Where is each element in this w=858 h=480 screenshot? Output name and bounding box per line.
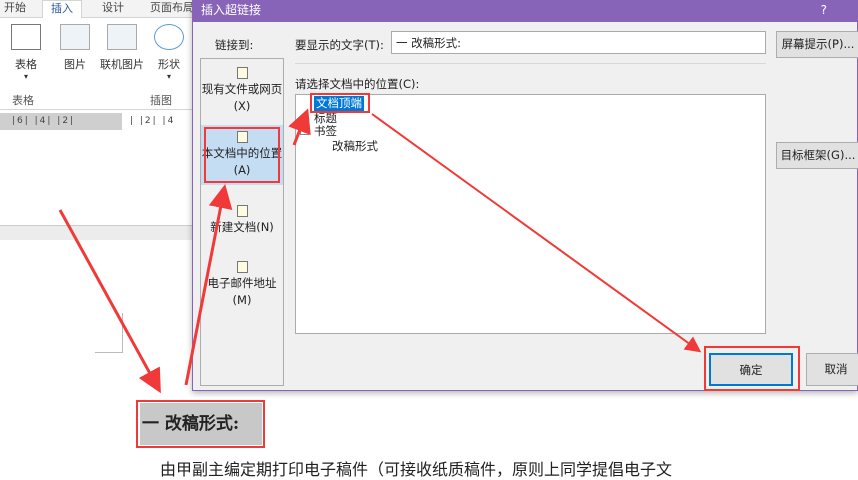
insert-hyperlink-dialog: 插入超链接 ? 链接到: 现有文件或网页(X) 本文档中的位置(A) 新建文档(… [192, 0, 858, 391]
help-button[interactable]: ? [821, 1, 827, 20]
highlight-box [704, 346, 800, 391]
margin-mark [95, 313, 123, 353]
highlight-box [136, 400, 265, 448]
collapse-icon[interactable]: − [300, 126, 309, 135]
file-icon [236, 67, 248, 79]
tab-design[interactable]: 设计 [102, 0, 124, 18]
screen-tip-button[interactable]: 屏幕提示(P)... [776, 31, 858, 58]
shapes-icon [154, 24, 184, 50]
new-document-icon [236, 205, 248, 217]
shapes-button[interactable]: 形状 ▾ [152, 24, 186, 81]
document-body[interactable]: 由甲副主编定期打印电子稿件（可接收纸质稿件，原则上同学提倡电子文 [160, 456, 672, 480]
tree-node-bookmark[interactable]: 改稿形式 [332, 139, 378, 154]
table-icon [11, 24, 41, 50]
link-email[interactable]: 电子邮件地址(M) [201, 261, 283, 309]
link-new-document[interactable]: 新建文档(N) [201, 205, 283, 236]
tab-insert[interactable]: 插入 [42, 0, 82, 18]
link-existing-file[interactable]: 现有文件或网页(X) [201, 67, 283, 115]
ribbon: 表格 ▾ 图片 联机图片 形状 ▾ 表格 插图 [0, 18, 200, 110]
page-break [0, 225, 192, 240]
online-picture-icon [107, 24, 137, 50]
group-table-label: 表格 [12, 94, 34, 107]
picture-button[interactable]: 图片 [58, 24, 92, 72]
online-picture-button[interactable]: 联机图片 [96, 24, 148, 72]
link-to-panel: 现有文件或网页(X) 本文档中的位置(A) 新建文档(N) 电子邮件地址(M) [200, 58, 284, 386]
highlight-box [204, 127, 280, 183]
table-button[interactable]: 表格 ▾ [8, 24, 44, 81]
divider [295, 63, 766, 64]
select-place-label: 请选择文档中的位置(C): [295, 77, 420, 91]
display-text-input[interactable]: 一 改稿形式: [391, 31, 766, 54]
picture-icon [60, 24, 90, 50]
display-text-label: 要显示的文字(T): [295, 38, 384, 52]
group-illustrations-label: 插图 [150, 94, 172, 107]
cancel-button[interactable]: 取消 [806, 353, 858, 386]
tab-layout[interactable]: 页面布局 [150, 0, 194, 18]
email-icon [236, 261, 248, 273]
ruler[interactable]: |6| |4| |2| | |2| |4 [0, 113, 192, 130]
tab-home[interactable]: 开始 [4, 0, 26, 18]
tree-node-bookmarks[interactable]: 书签 [314, 124, 337, 139]
highlight-box [310, 93, 370, 113]
target-frame-button[interactable]: 目标框架(G)... [776, 142, 858, 169]
document-place-tree[interactable]: 文档顶端 标题 − 书签 改稿形式 [295, 93, 766, 334]
ribbon-tabs: 开始 插入 设计 页面布局 [0, 0, 200, 18]
dialog-title: 插入超链接 [193, 1, 857, 22]
link-to-label: 链接到: [215, 38, 254, 52]
